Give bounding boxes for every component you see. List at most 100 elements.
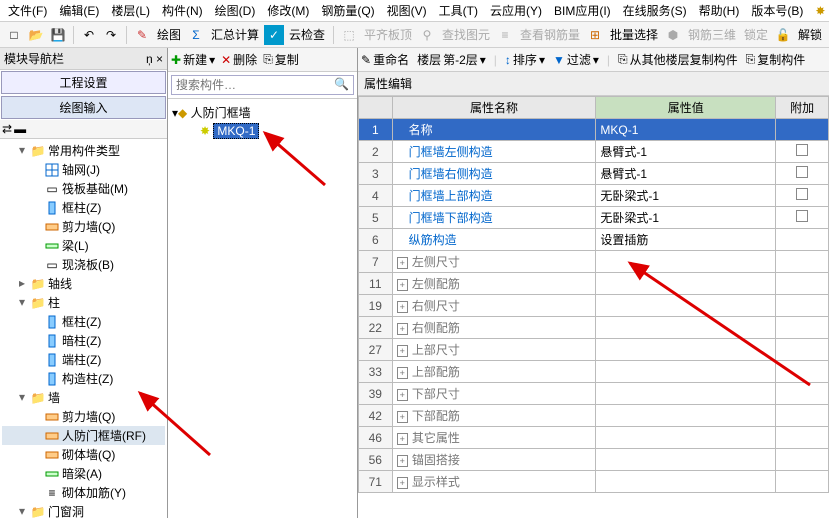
tree-node[interactable]: ▸📁轴线 <box>2 274 165 293</box>
menu-item[interactable]: 文件(F) <box>4 0 51 21</box>
tree-node[interactable]: ▭现浇板(B) <box>2 255 165 274</box>
property-row[interactable]: 42+下部配筋 <box>359 405 829 427</box>
tree-node[interactable]: 人防门框墙(RF) <box>2 426 165 445</box>
property-row[interactable]: 5门框墙下部构造无卧梁式-1 <box>359 207 829 229</box>
unlock-icon[interactable]: 🔓 <box>773 25 793 45</box>
align-label[interactable]: 平齐板顶 <box>361 26 415 43</box>
delete-button[interactable]: ✕删除 <box>221 51 257 68</box>
batch-icon[interactable]: ⊞ <box>585 25 605 45</box>
property-row[interactable]: 7+左侧尺寸 <box>359 251 829 273</box>
3d-label[interactable]: 钢筋三维 <box>685 26 739 43</box>
property-row[interactable]: 3门框墙右侧构造悬臂式-1 <box>359 163 829 185</box>
property-row[interactable]: 33+上部配筋 <box>359 361 829 383</box>
menu-item[interactable]: 工具(T) <box>435 0 482 21</box>
property-row[interactable]: 27+上部尺寸 <box>359 339 829 361</box>
menu-item[interactable]: 云应用(Y) <box>486 0 546 21</box>
menu-item[interactable]: BIM应用(I) <box>550 0 615 21</box>
menu-item[interactable]: 构件(N) <box>158 0 207 21</box>
property-row[interactable]: 46+其它属性 <box>359 427 829 449</box>
copy-from-floor[interactable]: ⎘从其他楼层复制构件 <box>618 51 738 68</box>
rebar-icon[interactable]: ≡ <box>495 25 515 45</box>
cloud-check-icon[interactable]: ✓ <box>264 25 284 45</box>
tree-node[interactable]: 暗梁(A) <box>2 464 165 483</box>
menu-item[interactable]: 楼层(L) <box>107 0 154 21</box>
tree-node[interactable]: 框柱(Z) <box>2 198 165 217</box>
property-row[interactable]: 4门框墙上部构造无卧梁式-1 <box>359 185 829 207</box>
find-label[interactable]: 查找图元 <box>439 26 493 43</box>
lock-label[interactable]: 锁定 <box>741 26 771 43</box>
property-row[interactable]: 56+锚固搭接 <box>359 449 829 471</box>
menu-item[interactable]: 修改(M) <box>263 0 313 21</box>
tree-node[interactable]: ▾📁门窗洞 <box>2 502 165 518</box>
redo-icon[interactable]: ↷ <box>101 25 121 45</box>
undo-icon[interactable]: ↶ <box>79 25 99 45</box>
tree-node[interactable]: ▾📁柱 <box>2 293 165 312</box>
menu-item[interactable]: 视图(V) <box>383 0 431 21</box>
expand-icon[interactable]: ⇄ <box>2 122 12 136</box>
property-row[interactable]: 22+右侧配筋 <box>359 317 829 339</box>
checkbox[interactable] <box>796 188 808 200</box>
collapse-icon[interactable]: ▬ <box>14 122 26 136</box>
pin-icon[interactable]: ņ <box>146 52 153 66</box>
3d-icon[interactable]: ⬢ <box>663 25 683 45</box>
rename-act[interactable]: ✎重命名 <box>361 51 409 68</box>
filter-button[interactable]: ▼过滤▾ <box>553 51 599 68</box>
tree-node[interactable]: ▭筏板基础(M) <box>2 179 165 198</box>
property-grid[interactable]: 属性名称 属性值 附加 1名称MKQ-12门框墙左侧构造悬臂式-13门框墙右侧构… <box>358 96 829 518</box>
find-icon[interactable]: ⚲ <box>417 25 437 45</box>
save-icon[interactable]: 💾 <box>48 25 68 45</box>
instance-tree[interactable]: ▾◆ 人防门框墙 ✸ MKQ-1 <box>168 99 357 518</box>
menu-item[interactable]: 编辑(E) <box>55 0 103 21</box>
draw-label[interactable]: 绘图 <box>154 26 184 43</box>
checkbox[interactable] <box>796 210 808 222</box>
component-tree[interactable]: ▾📁常用构件类型轴网(J)▭筏板基础(M)框柱(Z)剪力墙(Q)梁(L)▭现浇板… <box>0 139 167 518</box>
checkbox[interactable] <box>796 144 808 156</box>
menu-item[interactable]: 钢筋量(Q) <box>317 0 378 21</box>
property-row[interactable]: 6纵筋构造设置插筋 <box>359 229 829 251</box>
unlock-label[interactable]: 解锁 <box>795 26 825 43</box>
menu-item[interactable]: 版本号(B) <box>747 0 807 21</box>
tree-node[interactable]: 剪力墙(Q) <box>2 407 165 426</box>
tree-node[interactable]: ≡砌体加筋(Y) <box>2 483 165 502</box>
child-node[interactable]: ✸ MKQ-1 <box>172 122 353 140</box>
tree-node[interactable]: 梁(L) <box>2 236 165 255</box>
sum-label[interactable]: 汇总计算 <box>208 26 262 43</box>
search-input[interactable] <box>171 75 354 95</box>
new-icon[interactable]: □ <box>4 25 24 45</box>
align-icon[interactable]: ⬚ <box>339 25 359 45</box>
property-row[interactable]: 39+下部尺寸 <box>359 383 829 405</box>
property-row[interactable]: 11+左侧配筋 <box>359 273 829 295</box>
close-icon[interactable]: × <box>156 52 163 66</box>
property-row[interactable]: 1名称MKQ-1 <box>359 119 829 141</box>
tree-node[interactable]: 剪力墙(Q) <box>2 217 165 236</box>
section-draw[interactable]: 绘图输入 <box>1 96 166 119</box>
rebar-label[interactable]: 查看钢筋量 <box>517 26 583 43</box>
menu-item[interactable]: 在线服务(S) <box>619 0 691 21</box>
copy-button[interactable]: ⎘复制 <box>263 51 299 68</box>
copy-component[interactable]: ⎘复制构件 <box>746 51 806 68</box>
menu-item[interactable]: 绘图(D) <box>211 0 260 21</box>
draw-icon[interactable]: ✎ <box>132 25 152 45</box>
search-icon[interactable]: 🔍 <box>334 77 349 91</box>
floor-act[interactable]: 楼层 第-2层▾ <box>417 51 486 68</box>
tree-node[interactable]: 端柱(Z) <box>2 350 165 369</box>
tree-node[interactable]: 暗柱(Z) <box>2 331 165 350</box>
menu-item[interactable]: 帮助(H) <box>695 0 744 21</box>
property-row[interactable]: 2门框墙左侧构造悬臂式-1 <box>359 141 829 163</box>
tree-node[interactable]: 轴网(J) <box>2 160 165 179</box>
section-project[interactable]: 工程设置 <box>1 71 166 94</box>
parent-node[interactable]: ▾◆ 人防门框墙 <box>172 103 353 122</box>
sum-icon[interactable]: Σ <box>186 25 206 45</box>
sort-button[interactable]: ↕排序▾ <box>505 51 545 68</box>
tree-node[interactable]: 框柱(Z) <box>2 312 165 331</box>
open-icon[interactable]: 📂 <box>26 25 46 45</box>
tree-node[interactable]: 砌体墙(Q) <box>2 445 165 464</box>
new-button[interactable]: ✚新建▾ <box>171 51 215 68</box>
tree-node[interactable]: 构造柱(Z) <box>2 369 165 388</box>
batch-label[interactable]: 批量选择 <box>607 26 661 43</box>
cloud-label[interactable]: 云检查 <box>286 26 328 43</box>
tree-node[interactable]: ▾📁墙 <box>2 388 165 407</box>
property-row[interactable]: 71+显示样式 <box>359 471 829 493</box>
checkbox[interactable] <box>796 166 808 178</box>
property-row[interactable]: 19+右侧尺寸 <box>359 295 829 317</box>
